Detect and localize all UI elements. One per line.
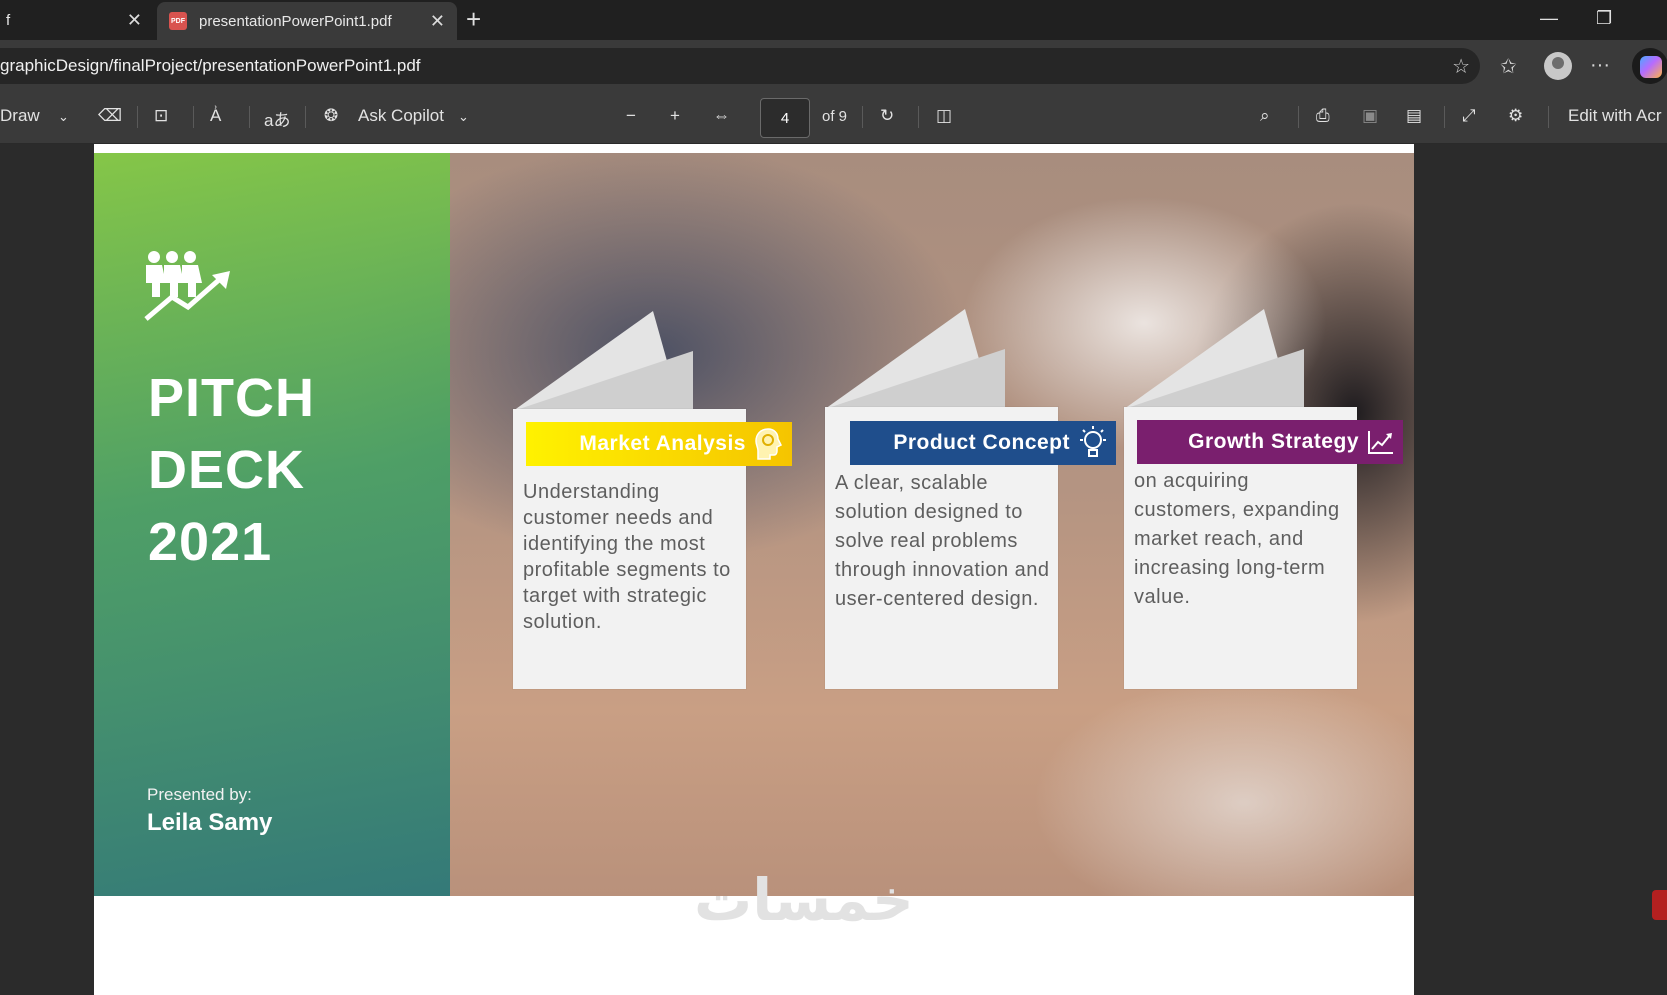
eraser-icon[interactable]: ⌫ [98,106,122,126]
url-text: graphicDesign/finalProject/presentationP… [0,56,421,75]
save-icon[interactable]: ▣ [1362,106,1378,126]
save-as-icon[interactable]: ▤ [1406,106,1422,126]
separator [1444,106,1445,128]
read-aloud-icon[interactable]: A͗ [210,106,221,126]
close-icon[interactable]: ✕ [127,10,142,31]
pdf-toolbar: Draw ⌄ ⌫ ⊡ A͗ aあ ❂ Ask Copilot ⌄ − + ⇔ 4… [0,90,1667,144]
search-icon[interactable]: ⌕ [1260,106,1270,126]
separator [918,106,919,128]
fullscreen-icon[interactable]: ⤢ [1462,106,1476,126]
card-flap [1124,309,1304,409]
pdf-page: PITCH DECK 2021 Presented by: Leila Samy… [94,144,1414,995]
card-flap [513,311,693,411]
card-body: on acquiring customers, expanding market… [1134,470,1340,608]
tab-active[interactable]: PDF presentationPowerPoint1.pdf ✕ [157,2,457,40]
zoom-in-icon[interactable]: + [670,106,680,126]
tab-inactive[interactable]: f ✕ [0,0,154,40]
translate-icon[interactable]: aあ [264,106,290,131]
fit-width-icon[interactable]: ⇔ [713,106,730,126]
new-tab-icon[interactable]: + [466,4,481,35]
separator [305,106,306,128]
chart-line-icon [1368,431,1393,454]
address-bar-row: graphicDesign/finalProject/presentationP… [0,40,1667,90]
acrobat-icon[interactable] [1652,890,1667,920]
more-menu-icon[interactable]: ··· [1590,54,1610,77]
pdf-viewer[interactable]: PITCH DECK 2021 Presented by: Leila Samy… [0,144,1667,995]
rotate-icon[interactable]: ↻ [880,106,894,126]
separator [1548,106,1549,128]
card-body: A clear, scalable solution designed to s… [835,472,1050,610]
restore-icon[interactable]: ❐ [1596,8,1612,29]
presented-by-label: Presented by: [147,785,252,804]
card-body: Understanding customer needs and identif… [523,481,731,633]
separator [1298,106,1299,128]
head-gear-icon [755,428,783,460]
slide-title-line: 2021 [148,512,273,572]
separator [137,106,138,128]
pdf-file-icon: PDF [169,12,187,30]
chevron-down-icon[interactable]: ⌄ [58,109,69,125]
text-box-icon[interactable]: ⊡ [154,106,168,126]
page-view-icon[interactable]: ◫ [936,106,952,126]
close-icon[interactable]: ✕ [430,11,445,32]
tab-label: presentationPowerPoint1.pdf [199,12,392,30]
ask-copilot-button[interactable]: Ask Copilot [358,106,444,126]
slide-title-line: DECK [148,440,306,500]
copilot-small-icon[interactable]: ❂ [324,106,338,126]
zoom-out-icon[interactable]: − [626,106,636,126]
slide: PITCH DECK 2021 Presented by: Leila Samy… [94,153,1414,896]
lightbulb-icon [1080,426,1106,457]
card-title: Product Concept [893,431,1070,454]
copilot-icon[interactable] [1632,48,1667,84]
minimize-icon[interactable]: — [1540,8,1558,29]
card-title: Growth Strategy [1188,430,1359,453]
tab-strip: f ✕ PDF presentationPowerPoint1.pdf ✕ + … [0,0,1667,40]
card-flap [825,309,1005,409]
page-total: of 9 [822,108,848,125]
favorites-icon[interactable]: ✩ [1500,54,1517,79]
separator [193,106,194,128]
draw-button[interactable]: Draw [0,106,40,126]
settings-gear-icon[interactable]: ⚙ [1508,106,1523,126]
page-number-input[interactable]: 4 [760,98,810,138]
card-title: Market Analysis [579,432,746,455]
tab-label: f [6,11,11,29]
chevron-down-icon[interactable]: ⌄ [458,109,469,125]
separator [862,106,863,128]
print-icon[interactable]: ⎙ [1316,106,1330,126]
card-banner-product-concept: Product Concept [850,421,1116,465]
profile-avatar[interactable] [1544,52,1572,80]
card-banner-market-analysis: Market Analysis [526,422,792,466]
team-growth-icon [144,251,230,321]
favorite-star-icon[interactable]: ☆ [1452,54,1470,79]
author-name: Leila Samy [147,809,273,836]
khamsat-watermark: خمسات [694,866,914,934]
separator [249,106,250,128]
edit-with-acrobat-button[interactable]: Edit with Acr [1568,106,1662,126]
slide-title-line: PITCH [148,368,315,428]
card-banner-growth-strategy: Growth Strategy [1137,420,1403,464]
address-bar[interactable]: graphicDesign/finalProject/presentationP… [0,48,1480,84]
